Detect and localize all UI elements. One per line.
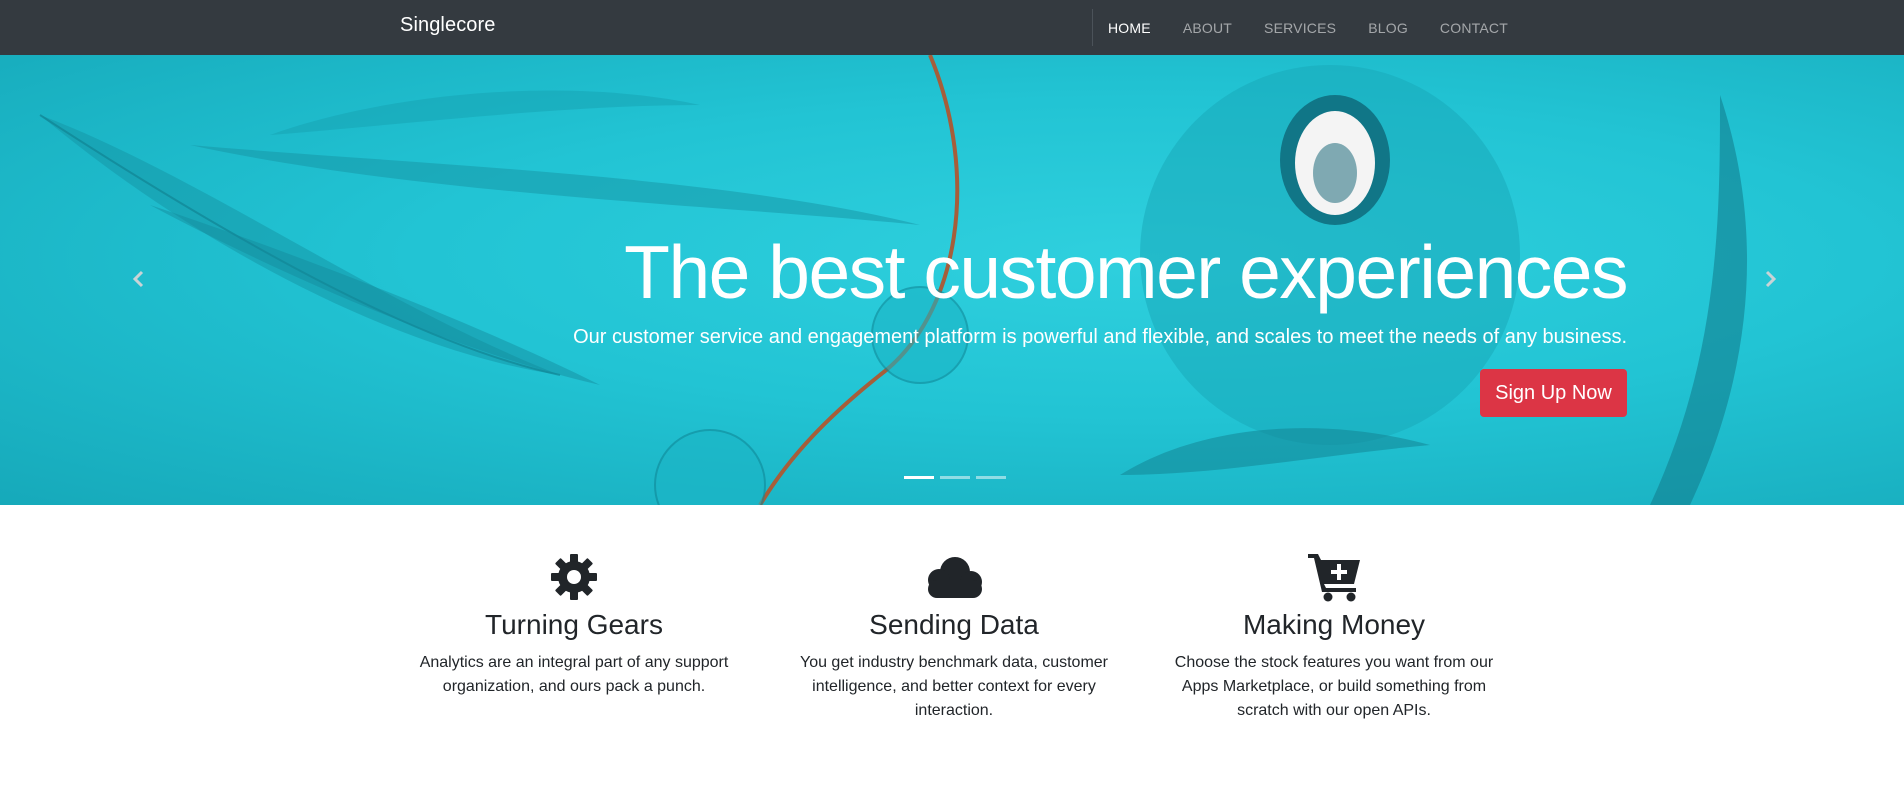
carousel-indicator-2[interactable]: [940, 476, 970, 479]
sign-up-button[interactable]: Sign Up Now: [1480, 369, 1627, 417]
feature-title: Sending Data: [869, 609, 1039, 640]
feature-sending-data: Sending Data You get industry benchmark …: [789, 552, 1119, 723]
nav-item-about[interactable]: ABOUT: [1167, 20, 1248, 36]
hero-carousel: The best customer experiences Our custom…: [0, 55, 1904, 505]
navbar: Singlecore HOME ABOUT SERVICES BLOG CONT…: [0, 0, 1904, 55]
feature-title: Making Money: [1242, 609, 1426, 640]
chevron-left-icon: [132, 270, 144, 288]
chevron-right-icon: [1765, 270, 1777, 288]
nav-item-blog[interactable]: BLOG: [1352, 20, 1424, 36]
feature-text: Choose the stock features you want from …: [1174, 653, 1494, 719]
hero-title: The best customer experiences: [624, 230, 1628, 314]
brand-logo[interactable]: Singlecore: [400, 14, 496, 37]
nav-item-services[interactable]: SERVICES: [1248, 20, 1352, 36]
carousel-prev-button[interactable]: [125, 265, 153, 293]
feature-text: You get industry benchmark data, custome…: [799, 653, 1109, 719]
feature-title: Turning Gears: [485, 609, 663, 640]
hero-subtitle: Our customer service and engagement plat…: [573, 326, 1627, 348]
feature-text: Analytics are an integral part of any su…: [419, 653, 729, 695]
nav-item-contact[interactable]: CONTACT: [1424, 20, 1524, 36]
carousel-indicator-1[interactable]: [904, 476, 934, 479]
feature-turning-gears: Turning Gears Analytics are an integral …: [409, 552, 739, 699]
nav-menu: HOME ABOUT SERVICES BLOG CONTACT: [1092, 0, 1524, 55]
nav-item-home[interactable]: HOME: [1092, 20, 1167, 36]
feature-making-money: Making Money Choose the stock features y…: [1169, 552, 1499, 723]
cloud-icon: [789, 552, 1119, 602]
carousel-indicators: [904, 476, 1006, 479]
carousel-next-button[interactable]: [1756, 265, 1784, 293]
carousel-indicator-3[interactable]: [976, 476, 1006, 479]
gear-icon: [409, 552, 739, 602]
cart-plus-icon: [1169, 552, 1499, 602]
